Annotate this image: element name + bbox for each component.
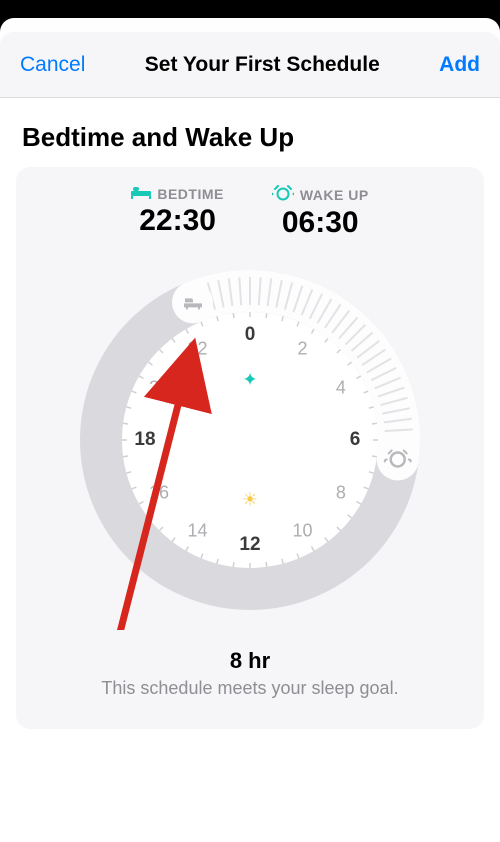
bedtime-label: BEDTIME — [157, 186, 224, 202]
clock-hour-20: 20 — [149, 377, 169, 398]
clock-hour-10: 10 — [292, 520, 312, 541]
clock-hour-22: 22 — [187, 339, 207, 360]
bedtime-value: 22:30 — [131, 204, 224, 238]
nav-title: Set Your First Schedule — [145, 53, 380, 77]
clock-hour-18: 18 — [134, 429, 155, 451]
clock-hour-0: 0 — [245, 324, 256, 346]
add-button[interactable]: Add — [439, 53, 480, 77]
alarm-icon — [272, 185, 294, 204]
summary-hours: 8 hr — [26, 648, 474, 674]
clock-hour-14: 14 — [187, 520, 207, 541]
sparkle-icon: ✦ — [242, 370, 257, 391]
nav-bar: Cancel Set Your First Schedule Add — [0, 32, 500, 98]
wakeup-label: WAKE UP — [300, 187, 369, 203]
clock-hour-8: 8 — [336, 482, 346, 503]
sleep-dial[interactable]: 0 2 4 6 8 10 12 14 16 18 20 22 ✦ ☀ — [60, 250, 440, 630]
wakeup-column: WAKE UP 06:30 — [272, 185, 369, 240]
clock-hour-16: 16 — [149, 482, 169, 503]
wakeup-value: 06:30 — [272, 206, 369, 240]
clock-hour-2: 2 — [297, 339, 307, 360]
summary-note: This schedule meets your sleep goal. — [26, 678, 474, 699]
wakeup-handle[interactable] — [378, 439, 418, 479]
clock-hour-12: 12 — [239, 534, 260, 556]
schedule-card: BEDTIME 22:30 WAKE UP 06:30 — [16, 167, 484, 729]
section-title: Bedtime and Wake Up — [22, 122, 484, 153]
clock-hour-6: 6 — [350, 429, 361, 451]
bedtime-column: BEDTIME 22:30 — [131, 185, 224, 240]
bedtime-handle[interactable] — [173, 282, 213, 322]
sun-icon: ☀ — [242, 490, 258, 511]
clock-hour-4: 4 — [336, 377, 346, 398]
cancel-button[interactable]: Cancel — [20, 53, 85, 77]
bed-icon — [131, 185, 151, 202]
